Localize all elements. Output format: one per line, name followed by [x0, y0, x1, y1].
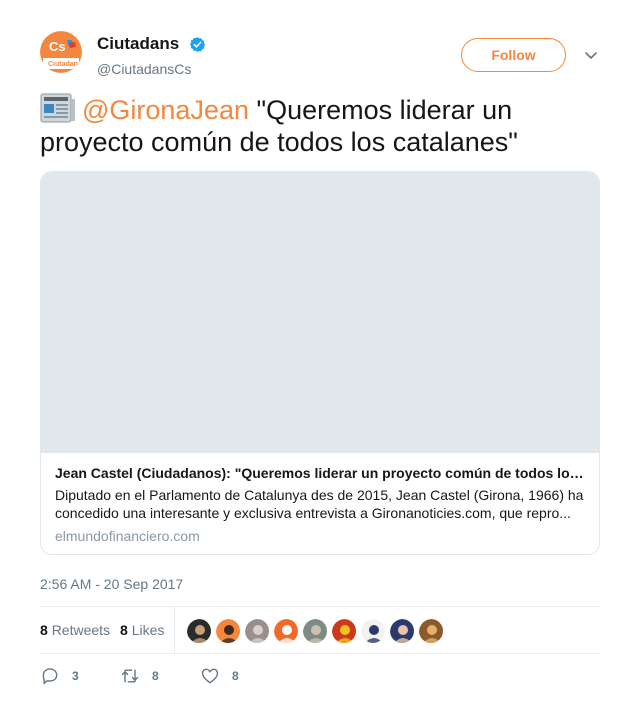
liker-avatar[interactable]: [418, 618, 444, 644]
link-preview-card[interactable]: Jean Castel (Ciudadanos): "Queremos lide…: [40, 171, 600, 555]
follow-button[interactable]: Follow: [461, 38, 566, 72]
newspaper-icon: [40, 93, 75, 123]
likes-label: Likes: [131, 622, 165, 638]
card-image-placeholder[interactable]: [41, 172, 599, 453]
liker-avatar[interactable]: [273, 618, 299, 644]
card-title[interactable]: Jean Castel (Ciudadanos): "Queremos lide…: [55, 464, 587, 482]
account-avatar[interactable]: Cs Ciutadans: [40, 31, 82, 73]
chevron-down-icon[interactable]: [583, 47, 599, 63]
tweet-text: @GironaJean "Queremos liderar un proyect…: [40, 93, 600, 158]
liker-avatar[interactable]: [360, 618, 386, 644]
liker-avatar[interactable]: [244, 618, 270, 644]
avatar-logo-text: Cs: [49, 39, 66, 54]
card-description: Diputado en el Parlamento de Catalunya d…: [55, 487, 584, 521]
reply-count: 3: [72, 669, 79, 683]
tweet-stats: 8 Retweets 8 Likes: [40, 606, 600, 654]
like-button[interactable]: 8: [200, 664, 239, 688]
liker-avatar[interactable]: [302, 618, 328, 644]
liker-avatar[interactable]: [215, 618, 241, 644]
retweets-label: Retweets: [51, 622, 111, 638]
card-body: Jean Castel (Ciudadanos): "Queremos lide…: [55, 464, 587, 545]
verified-badge-icon: [189, 36, 205, 52]
reply-button[interactable]: 3: [40, 664, 79, 688]
tweet-header: Cs Ciutadans Ciutadans @CiutadansCs Foll…: [40, 31, 600, 79]
account-names: Ciutadans @CiutadansCs: [97, 34, 206, 77]
display-name[interactable]: Ciutadans: [97, 34, 179, 54]
like-count: 8: [232, 669, 239, 683]
stats-divider: [174, 607, 175, 653]
avatar-logo-subtext: Ciutadans: [48, 61, 82, 68]
liker-avatar[interactable]: [186, 618, 212, 644]
retweet-button[interactable]: 8: [120, 664, 159, 688]
liker-avatar[interactable]: [389, 618, 415, 644]
reply-icon: [42, 668, 58, 685]
retweet-count: 8: [152, 669, 159, 683]
account-handle[interactable]: @CiutadansCs: [97, 61, 206, 77]
tweet-timestamp[interactable]: 2:56 AM - 20 Sep 2017: [40, 576, 183, 592]
liker-avatar[interactable]: [331, 618, 357, 644]
likes-stat[interactable]: 8 Likes: [120, 622, 164, 638]
tweet-actions: 3 8 8: [40, 664, 340, 688]
heart-icon: [201, 668, 219, 684]
likes-count: 8: [120, 622, 128, 638]
retweets-count: 8: [40, 622, 48, 638]
retweet-icon: [121, 669, 139, 683]
mention-link[interactable]: @GironaJean: [82, 95, 249, 125]
card-domain: elmundofinanciero.com: [55, 528, 200, 544]
retweets-stat[interactable]: 8 Retweets: [40, 622, 110, 638]
